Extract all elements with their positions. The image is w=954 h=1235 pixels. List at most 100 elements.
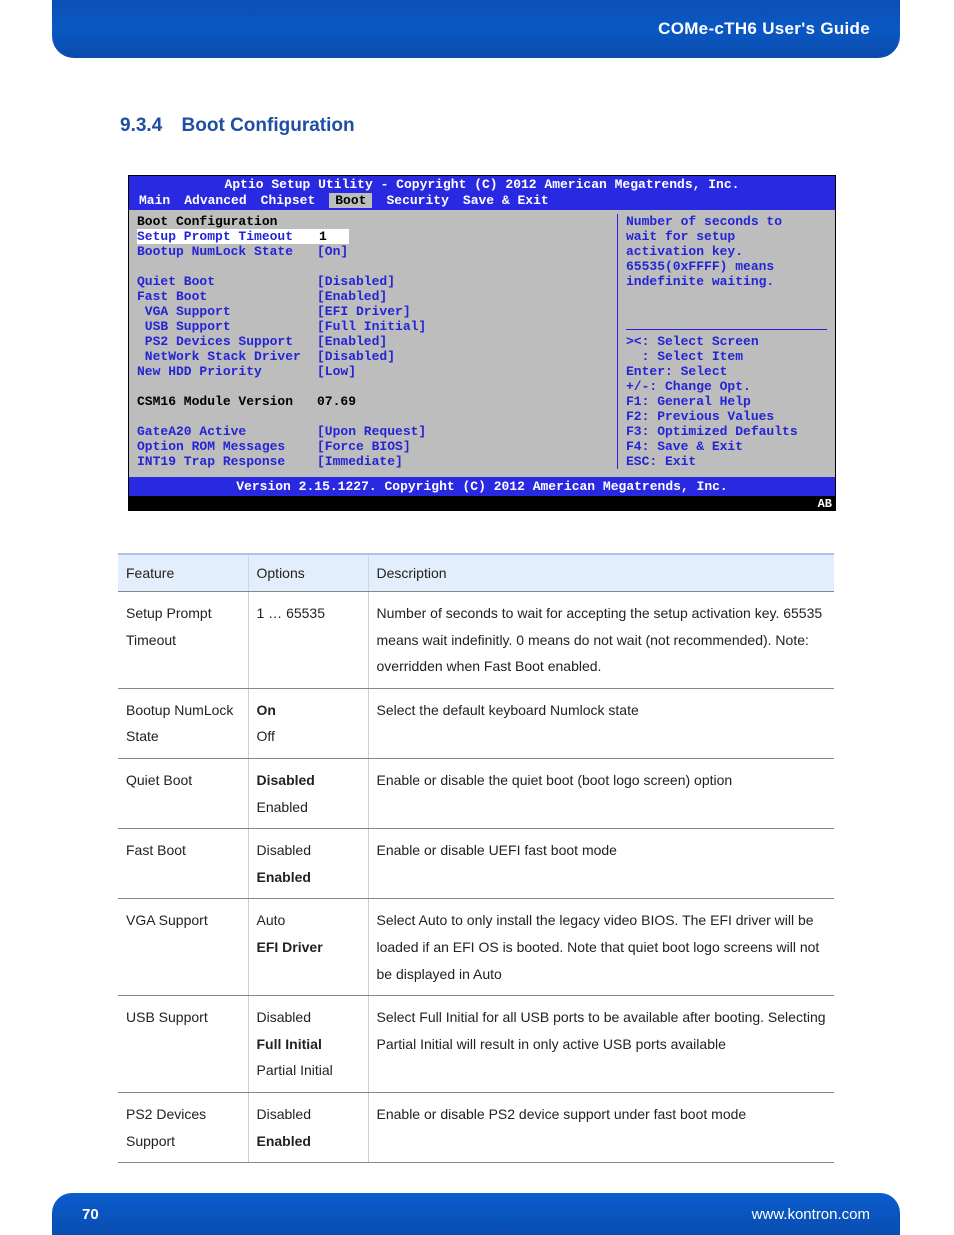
feature-cell: Quiet Boot bbox=[118, 758, 248, 828]
bios-nav-line: +/-: Change Opt. bbox=[626, 379, 827, 394]
bios-label: Boot Configuration bbox=[137, 214, 317, 229]
bios-row: Boot Configuration bbox=[137, 214, 611, 229]
option-value: Enabled bbox=[257, 794, 360, 821]
option-value: On bbox=[257, 697, 360, 724]
option-value: Disabled bbox=[257, 767, 360, 794]
bios-label: USB Support bbox=[137, 319, 317, 334]
bios-nav-line: F2: Previous Values bbox=[626, 409, 827, 424]
feature-cell: VGA Support bbox=[118, 899, 248, 996]
bios-row: Quiet Boot[Disabled] bbox=[137, 274, 611, 289]
table-header-cell: Options bbox=[248, 554, 368, 592]
header-bar: COMe-cTH6 User's Guide bbox=[52, 0, 900, 58]
bios-footer: Version 2.15.1227. Copyright (C) 2012 Am… bbox=[129, 477, 835, 496]
feature-cell: Fast Boot bbox=[118, 829, 248, 899]
bios-label: VGA Support bbox=[137, 304, 317, 319]
bios-label: Fast Boot bbox=[137, 289, 317, 304]
option-value: Enabled bbox=[257, 864, 360, 891]
bios-row: Setup Prompt Timeout1 bbox=[137, 229, 611, 244]
bios-label: INT19 Trap Response bbox=[137, 454, 317, 469]
bios-value: [Force BIOS] bbox=[317, 439, 411, 454]
bios-menu-advanced[interactable]: Advanced bbox=[184, 193, 246, 208]
description-cell: Enable or disable UEFI fast boot mode bbox=[368, 829, 834, 899]
bios-value: [Upon Request] bbox=[317, 424, 426, 439]
option-value: Disabled bbox=[257, 837, 360, 864]
bios-nav-line: F3: Optimized Defaults bbox=[626, 424, 827, 439]
bios-row: Bootup NumLock State[On] bbox=[137, 244, 611, 259]
bios-row bbox=[137, 409, 611, 424]
option-value: 1 … 65535 bbox=[257, 600, 360, 627]
table-row: VGA SupportAutoEFI DriverSelect Auto to … bbox=[118, 899, 834, 996]
option-value: Auto bbox=[257, 907, 360, 934]
feature-cell: PS2 Devices Support bbox=[118, 1092, 248, 1162]
description-cell: Select the default keyboard Numlock stat… bbox=[368, 688, 834, 758]
options-cell: DisabledFull InitialPartial Initial bbox=[248, 996, 368, 1093]
option-value: Disabled bbox=[257, 1101, 360, 1128]
option-value: Partial Initial bbox=[257, 1057, 360, 1084]
section-number: 9.3.4 bbox=[120, 115, 162, 136]
bios-value: 1 bbox=[317, 229, 349, 244]
bios-row: New HDD Priority[Low] bbox=[137, 364, 611, 379]
bios-row: INT19 Trap Response[Immediate] bbox=[137, 454, 611, 469]
bios-nav-line: F1: General Help bbox=[626, 394, 827, 409]
bios-row: VGA Support[EFI Driver] bbox=[137, 304, 611, 319]
options-cell: DisabledEnabled bbox=[248, 1092, 368, 1162]
footer-bar: 70 www.kontron.com bbox=[52, 1193, 900, 1235]
bios-row: USB Support[Full Initial] bbox=[137, 319, 611, 334]
bios-label: Option ROM Messages bbox=[137, 439, 317, 454]
page-number: 70 bbox=[82, 1206, 99, 1223]
bios-row: CSM16 Module Version07.69 bbox=[137, 394, 611, 409]
bios-watermark: AB bbox=[128, 497, 836, 511]
bios-menu-main[interactable]: Main bbox=[139, 193, 170, 208]
option-value: EFI Driver bbox=[257, 934, 360, 961]
description-cell: Select Full Initial for all USB ports to… bbox=[368, 996, 834, 1093]
table-row: Fast BootDisabledEnabledEnable or disabl… bbox=[118, 829, 834, 899]
option-value: Disabled bbox=[257, 1004, 360, 1031]
bios-value: [On] bbox=[317, 244, 348, 259]
bios-label: Quiet Boot bbox=[137, 274, 317, 289]
bios-row: PS2 Devices Support[Enabled] bbox=[137, 334, 611, 349]
bios-menu-chipset[interactable]: Chipset bbox=[261, 193, 316, 208]
section-heading: 9.3.4 Boot Configuration bbox=[120, 115, 355, 137]
bios-nav-line: ><: Select Screen bbox=[626, 334, 827, 349]
bios-row bbox=[137, 379, 611, 394]
bios-label: GateA20 Active bbox=[137, 424, 317, 439]
bios-help-text: Number of seconds to wait for setup acti… bbox=[626, 214, 827, 289]
bios-menubar: Main Advanced Chipset Boot Security Save & Ex… bbox=[129, 193, 835, 210]
bios-label bbox=[137, 409, 317, 424]
options-cell: AutoEFI Driver bbox=[248, 899, 368, 996]
bios-value: [EFI Driver] bbox=[317, 304, 411, 319]
feature-cell: USB Support bbox=[118, 996, 248, 1093]
bios-label: CSM16 Module Version bbox=[137, 394, 317, 409]
bios-row: Fast Boot[Enabled] bbox=[137, 289, 611, 304]
section-title: Boot Configuration bbox=[182, 115, 355, 136]
bios-value: [Immediate] bbox=[317, 454, 403, 469]
bios-label: NetWork Stack Driver bbox=[137, 349, 317, 364]
bios-row: Option ROM Messages[Force BIOS] bbox=[137, 439, 611, 454]
options-cell: 1 … 65535 bbox=[248, 592, 368, 689]
bios-nav-line: Enter: Select bbox=[626, 364, 827, 379]
feature-table: FeatureOptionsDescription Setup Prompt T… bbox=[118, 553, 834, 1163]
option-value: Enabled bbox=[257, 1128, 360, 1155]
table-row: USB SupportDisabledFull InitialPartial I… bbox=[118, 996, 834, 1093]
option-value: Off bbox=[257, 723, 360, 750]
options-cell: DisabledEnabled bbox=[248, 829, 368, 899]
bios-value: [Low] bbox=[317, 364, 356, 379]
footer-url: www.kontron.com bbox=[752, 1206, 870, 1223]
table-row: Setup Prompt Timeout1 … 65535Number of s… bbox=[118, 592, 834, 689]
bios-nav-line: ESC: Exit bbox=[626, 454, 827, 469]
bios-value: 07.69 bbox=[317, 394, 356, 409]
options-cell: OnOff bbox=[248, 688, 368, 758]
bios-menu-boot[interactable]: Boot bbox=[329, 193, 372, 208]
table-header-cell: Description bbox=[368, 554, 834, 592]
bios-value: [Enabled] bbox=[317, 289, 387, 304]
bios-row: NetWork Stack Driver[Disabled] bbox=[137, 349, 611, 364]
bios-screenshot: Aptio Setup Utility - Copyright (C) 2012… bbox=[128, 175, 836, 511]
bios-label: Setup Prompt Timeout bbox=[137, 229, 317, 244]
bios-nav-line: F4: Save & Exit bbox=[626, 439, 827, 454]
bios-value: [Disabled] bbox=[317, 349, 395, 364]
bios-title: Aptio Setup Utility - Copyright (C) 2012… bbox=[129, 176, 835, 193]
bios-menu-security[interactable]: Security bbox=[386, 193, 448, 208]
bios-menu-save-exit[interactable]: Save & Exit bbox=[463, 193, 549, 208]
table-row: Quiet BootDisabledEnabledEnable or disab… bbox=[118, 758, 834, 828]
table-header-row: FeatureOptionsDescription bbox=[118, 554, 834, 592]
